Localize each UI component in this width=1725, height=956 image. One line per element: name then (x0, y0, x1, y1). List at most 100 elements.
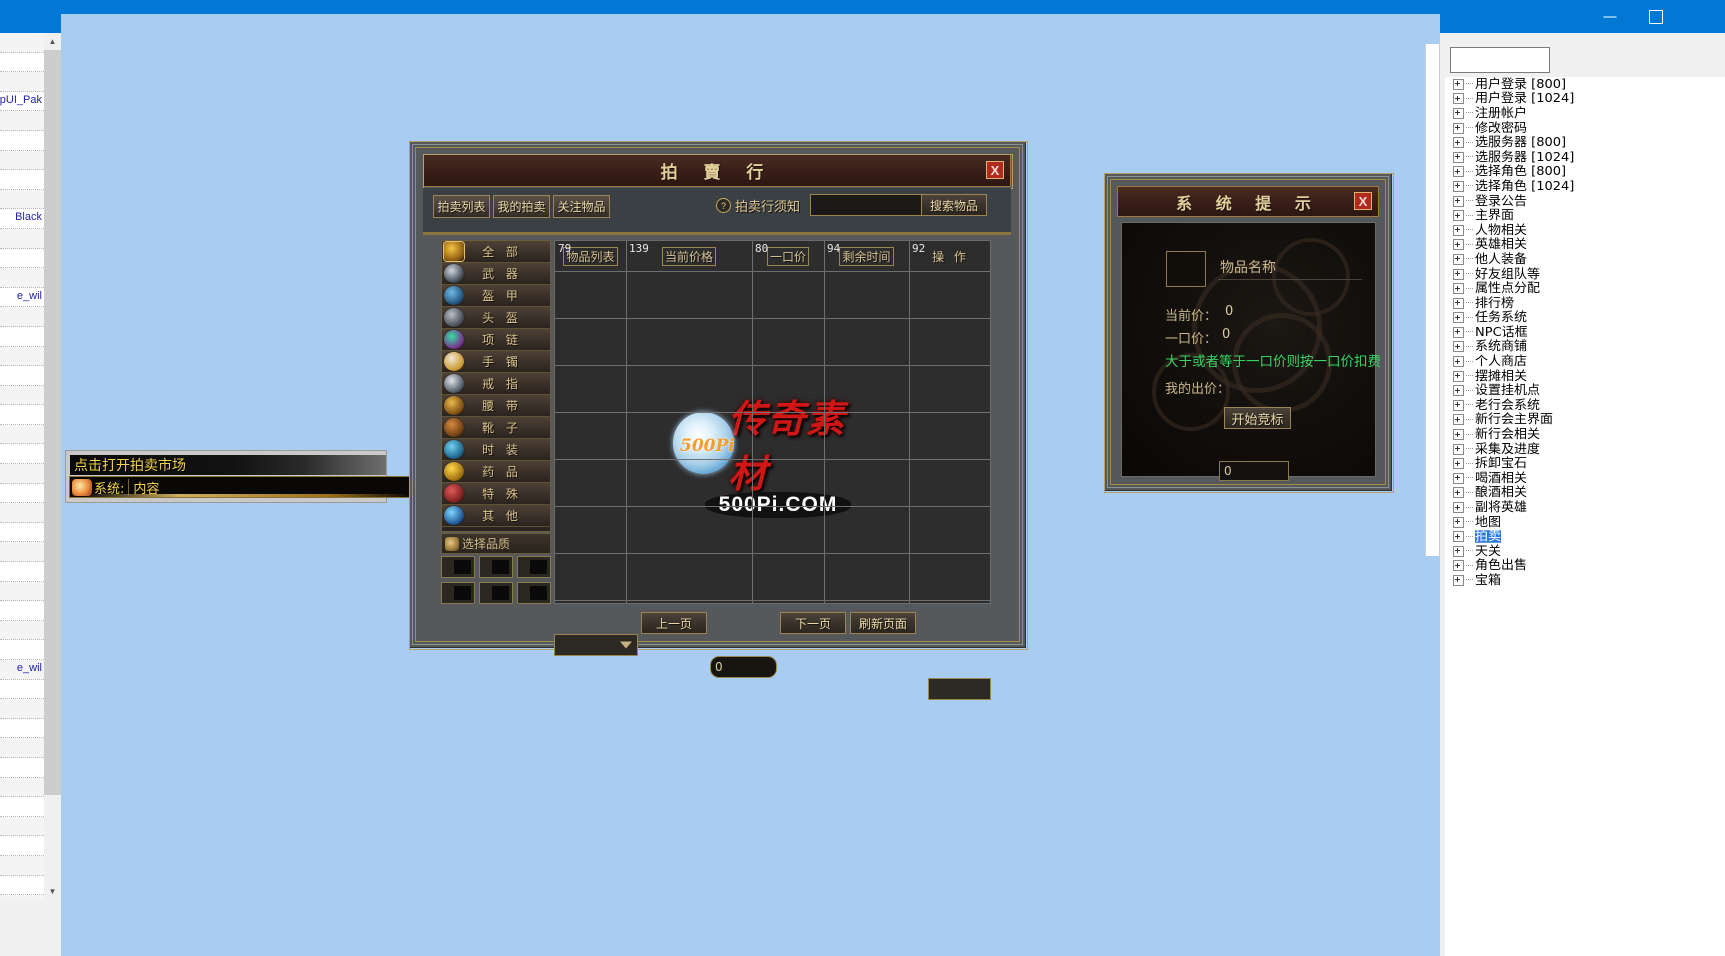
property-row[interactable] (0, 620, 44, 641)
design-surface[interactable]: 点击打开拍卖市场 系统: 内容 拍 賣 行 X 拍卖列表 我的拍卖 关注物品 ?… (61, 62, 1440, 956)
expand-plus-icon[interactable] (1453, 195, 1464, 207)
property-row[interactable] (0, 503, 44, 523)
expand-plus-icon[interactable] (1453, 253, 1464, 265)
tree-node[interactable]: 用户登录 [800] (1445, 77, 1725, 92)
tree-node[interactable]: 主界面 (1445, 208, 1725, 223)
category-row[interactable]: 药 品 (442, 461, 550, 483)
tree-node[interactable]: 人物相关 (1445, 223, 1725, 238)
expand-plus-icon[interactable] (1453, 224, 1464, 236)
property-row[interactable] (0, 228, 44, 249)
tree-node[interactable]: 天关 (1445, 544, 1725, 559)
auction-tab-1[interactable]: 拍卖列表 (433, 195, 490, 218)
tree-node[interactable]: 选服务器 [1024] (1445, 150, 1725, 165)
tree-node[interactable]: 副将英雄 (1445, 500, 1725, 515)
expand-plus-icon[interactable] (1453, 531, 1464, 543)
quality-cell[interactable] (517, 556, 551, 578)
auction-notice[interactable]: ? 拍卖行须知 (716, 196, 800, 215)
expand-plus-icon[interactable] (1453, 107, 1464, 119)
expand-plus-icon[interactable] (1453, 297, 1464, 309)
property-row[interactable] (0, 385, 44, 406)
expand-plus-icon[interactable] (1453, 356, 1464, 368)
scroll-down-icon[interactable]: ▼ (44, 883, 61, 900)
auction-close-button[interactable]: X (986, 161, 1004, 179)
category-row[interactable]: 腰 带 (442, 395, 550, 417)
property-row[interactable] (0, 640, 44, 660)
category-row[interactable]: 武 器 (442, 263, 550, 285)
property-row[interactable] (0, 522, 44, 543)
tree-node[interactable]: NPC话框 (1445, 325, 1725, 340)
expand-plus-icon[interactable] (1453, 545, 1464, 557)
property-row[interactable] (0, 268, 44, 288)
expand-plus-icon[interactable] (1453, 210, 1464, 222)
expand-plus-icon[interactable] (1453, 560, 1464, 572)
property-row[interactable] (0, 405, 44, 425)
property-row[interactable] (0, 150, 44, 171)
property-row[interactable] (0, 248, 44, 269)
tree-node[interactable]: 个人商店 (1445, 354, 1725, 369)
tree-node[interactable]: 角色出售 (1445, 559, 1725, 574)
ui-tree[interactable]: 用户登录 [800] 用户登录 [1024] 注册帐户 修改密码 选服务器 [800] 选… (1445, 77, 1725, 956)
property-row[interactable] (0, 562, 44, 582)
tree-search-input[interactable] (1450, 47, 1550, 73)
expand-plus-icon[interactable] (1453, 239, 1464, 251)
expand-plus-icon[interactable] (1453, 122, 1464, 134)
expand-plus-icon[interactable] (1453, 574, 1464, 586)
expand-plus-icon[interactable] (1453, 268, 1464, 280)
tree-node[interactable]: 摆摊相关 (1445, 369, 1725, 384)
expand-plus-icon[interactable] (1453, 78, 1464, 90)
category-row[interactable]: 戒 指 (442, 373, 550, 395)
tree-node[interactable]: 选择角色 [1024] (1445, 179, 1725, 194)
property-row[interactable] (0, 836, 44, 856)
tree-node[interactable]: 新行会相关 (1445, 427, 1725, 442)
expand-plus-icon[interactable] (1453, 429, 1464, 441)
tree-node[interactable]: 老行会系统 (1445, 398, 1725, 413)
property-row[interactable] (0, 718, 44, 739)
property-row[interactable] (0, 307, 44, 327)
property-row[interactable] (0, 483, 44, 504)
category-row[interactable]: 靴 子 (442, 417, 550, 439)
auction-tab-3[interactable]: 关注物品 (553, 195, 610, 218)
tree-node[interactable]: 注册帐户 (1445, 106, 1725, 121)
property-row[interactable] (0, 679, 44, 700)
auction-tab-2[interactable]: 我的拍卖 (493, 195, 550, 218)
tree-node[interactable]: 选择角色 [800] (1445, 165, 1725, 180)
property-row[interactable] (0, 855, 44, 876)
property-row[interactable] (0, 464, 44, 484)
canvas-vertical-scrollbar[interactable] (1425, 44, 1440, 556)
expand-plus-icon[interactable] (1453, 283, 1464, 295)
quality-cell[interactable] (441, 556, 475, 578)
property-row[interactable] (0, 738, 44, 758)
quality-cell[interactable] (517, 582, 551, 604)
quality-cell[interactable] (441, 582, 475, 604)
auction-item-grid[interactable]: 传奇素材 500Pi.COM 物品列表79 当前价格 139 一口价80 剩余时间94 操… (554, 240, 991, 604)
tree-node[interactable]: 选服务器 [800] (1445, 135, 1725, 150)
tree-node[interactable]: 好友组队等 (1445, 267, 1725, 282)
my-bid-input[interactable]: 0 (1219, 461, 1289, 481)
maximize-button[interactable] (1633, 0, 1679, 33)
category-row[interactable]: 其 他 (442, 505, 550, 527)
tree-node[interactable]: 拍卖 (1445, 529, 1725, 544)
expand-plus-icon[interactable] (1453, 166, 1464, 178)
property-row[interactable]: e_wil (0, 660, 44, 680)
category-row[interactable]: 时 装 (442, 439, 550, 461)
auction-search-button[interactable]: 搜索物品 (921, 194, 987, 216)
property-row[interactable] (0, 542, 44, 563)
property-row[interactable] (0, 424, 44, 445)
category-row[interactable]: 盔 甲 (442, 285, 550, 307)
quality-cell[interactable] (479, 556, 513, 578)
pager-extra-input[interactable] (928, 678, 991, 700)
property-row[interactable] (0, 33, 44, 53)
property-row[interactable] (0, 757, 44, 778)
property-row[interactable] (0, 189, 44, 210)
tree-node[interactable]: 喝酒相关 (1445, 471, 1725, 486)
tree-node[interactable]: 排行榜 (1445, 296, 1725, 311)
quality-cell[interactable] (479, 582, 513, 604)
property-row[interactable]: pUI_Pak (0, 91, 44, 112)
expand-plus-icon[interactable] (1453, 516, 1464, 528)
expand-plus-icon[interactable] (1453, 399, 1464, 411)
property-row[interactable] (0, 777, 44, 798)
tree-node[interactable]: 用户登录 [1024] (1445, 92, 1725, 107)
tree-node[interactable]: 属性点分配 (1445, 281, 1725, 296)
tree-node[interactable]: 英雄相关 (1445, 238, 1725, 253)
scrollbar-thumb[interactable] (44, 50, 61, 795)
